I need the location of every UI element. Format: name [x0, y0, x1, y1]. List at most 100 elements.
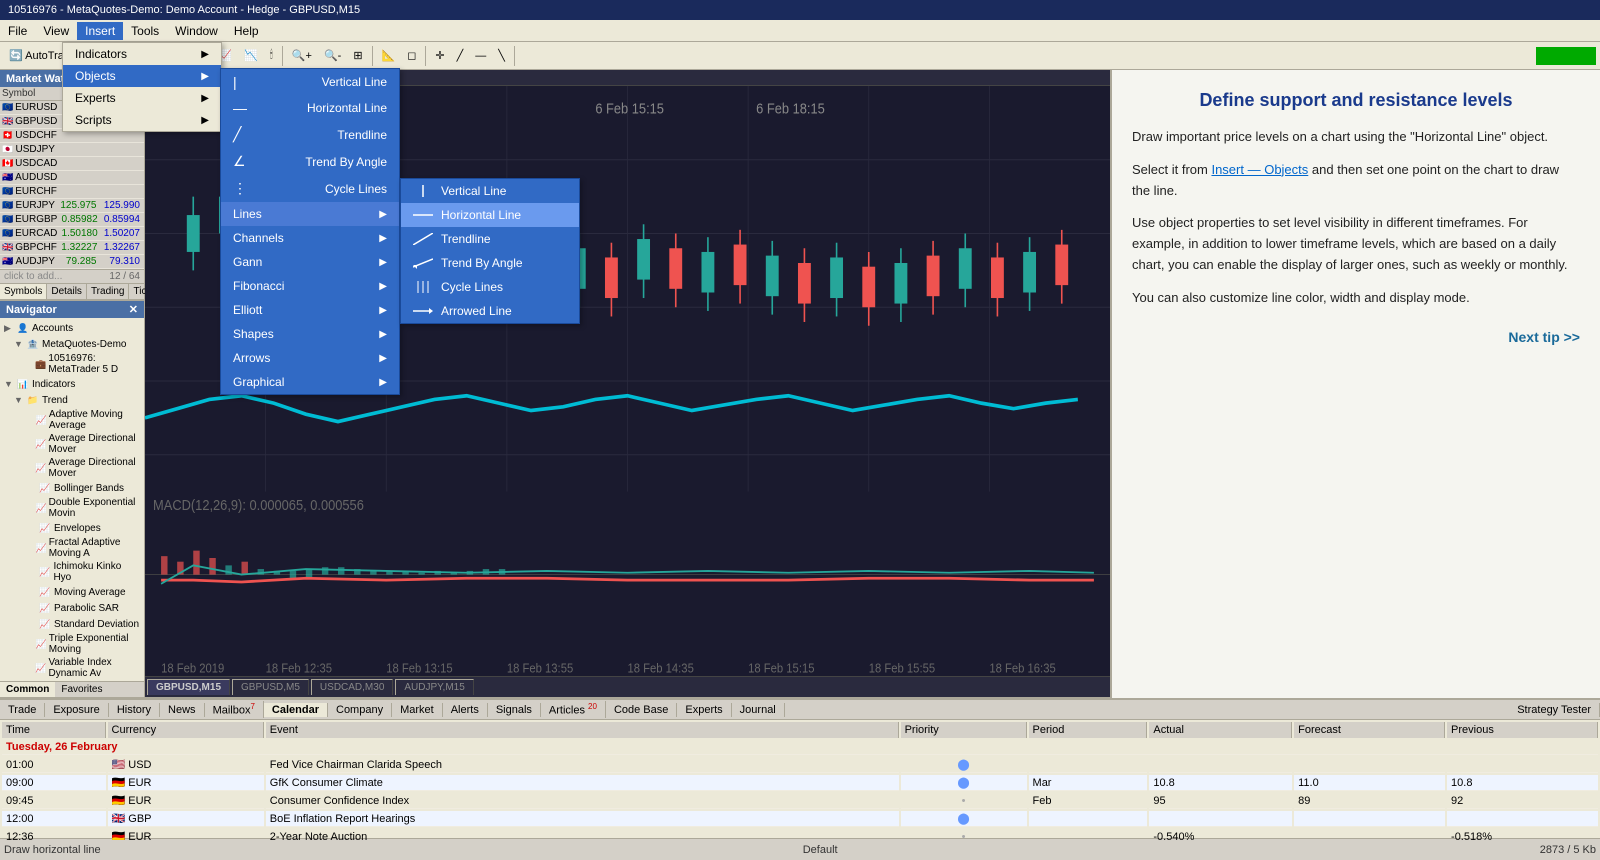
mw-click-to-add[interactable]: click to add...: [4, 271, 62, 282]
bottom-tab-codebase[interactable]: Code Base: [606, 703, 677, 717]
nav-item-dema[interactable]: 📈 Double Exponential Movin: [2, 496, 142, 520]
toolbar-objects[interactable]: ◻: [402, 46, 421, 65]
obj-menu-gann[interactable]: Gann ▶: [221, 250, 399, 274]
nav-item-ma[interactable]: 📈 Moving Average: [2, 584, 142, 600]
nav-item-bb[interactable]: 📈 Bollinger Bands: [2, 480, 142, 496]
obj-menu-trendline[interactable]: ╱ Trendline: [221, 121, 399, 148]
toolbar-chart-line[interactable]: 📉: [239, 46, 263, 65]
nav-item-metaquotes-demo[interactable]: ▼ 🏦 MetaQuotes-Demo: [2, 336, 142, 352]
mw-tab-details[interactable]: Details: [47, 284, 87, 299]
menu-window[interactable]: Window: [167, 22, 226, 40]
chart-tab-audjpy-m15[interactable]: AUDJPY,M15: [395, 679, 473, 695]
navigator-close[interactable]: ✕: [129, 303, 138, 316]
bottom-tab-trade[interactable]: Trade: [0, 703, 45, 717]
mw-row-usdjpy[interactable]: 🇯🇵 USDJPY: [0, 143, 144, 157]
mw-row-audjpy[interactable]: 🇦🇺 AUDJPY 79.285 79.310: [0, 255, 144, 269]
objects-submenu: | Vertical Line — Horizontal Line ╱ Tren…: [220, 68, 400, 395]
bottom-tab-signals[interactable]: Signals: [488, 703, 541, 717]
insert-objects-link[interactable]: Insert — Objects: [1211, 162, 1308, 177]
next-tip-button[interactable]: Next tip >>: [1132, 329, 1580, 345]
bottom-tab-mailbox[interactable]: Mailbox7: [205, 701, 264, 718]
mw-tab-trading[interactable]: Trading: [87, 284, 130, 299]
bottom-tab-news[interactable]: News: [160, 703, 205, 717]
toolbar-trendline[interactable]: ╲: [493, 46, 510, 65]
obj-menu-graphical[interactable]: Graphical ▶: [221, 370, 399, 394]
nav-item-fama[interactable]: 📈 Fractal Adaptive Moving A: [2, 536, 142, 560]
obj-menu-trend-by-angle[interactable]: ∠ Trend By Angle: [221, 148, 399, 175]
lines-menu-vertical[interactable]: Vertical Line: [401, 179, 579, 203]
bottom-tab-exposure[interactable]: Exposure: [45, 703, 108, 717]
chart-tab-gbpusd-m15[interactable]: GBPUSD,M15: [147, 679, 230, 695]
nav-item-indicators[interactable]: ▼ 📊 Indicators: [2, 376, 142, 392]
nav-item-ama[interactable]: 📈 Adaptive Moving Average: [2, 408, 142, 432]
bottom-tab-market[interactable]: Market: [392, 703, 443, 717]
insert-menu-objects[interactable]: Objects ▶: [63, 65, 221, 87]
toolbar-chart-candle[interactable]: 🕯: [265, 46, 278, 65]
bottom-panel: Trade Exposure History News Mailbox7 Cal…: [0, 698, 1600, 838]
lines-menu-trend-by-angle[interactable]: Trend By Angle: [401, 251, 579, 275]
cf-tab-common[interactable]: Common: [0, 682, 55, 697]
mw-row-usdcad[interactable]: 🇨🇦 USDCAD: [0, 157, 144, 171]
obj-menu-shapes[interactable]: Shapes ▶: [221, 322, 399, 346]
nav-item-adm2[interactable]: 📈 Average Directional Mover: [2, 456, 142, 480]
obj-menu-cycle-lines[interactable]: ⋮ Cycle Lines: [221, 175, 399, 202]
cf-tab-favorites[interactable]: Favorites: [55, 682, 108, 697]
nav-icon-stdev: 📈: [38, 617, 52, 631]
bottom-tab-alerts[interactable]: Alerts: [443, 703, 488, 717]
mw-row-eurcad[interactable]: 🇪🇺 EURCAD 1.50180 1.50207: [0, 227, 144, 241]
mw-row-eurgbp[interactable]: 🇪🇺 EURGBP 0.85982 0.85994: [0, 213, 144, 227]
toolbar-indicators[interactable]: 📐: [377, 46, 401, 65]
nav-item-trend[interactable]: ▼ 📁 Trend: [2, 392, 142, 408]
menu-file[interactable]: File: [0, 22, 35, 40]
mw-row-eurchf[interactable]: 🇪🇺 EURCHF: [0, 185, 144, 199]
bottom-tab-journal[interactable]: Journal: [732, 703, 785, 717]
obj-menu-horizontal-line[interactable]: — Horizontal Line: [221, 95, 399, 121]
obj-menu-arrows[interactable]: Arrows ▶: [221, 346, 399, 370]
insert-menu-indicators[interactable]: Indicators ▶: [63, 43, 221, 65]
toolbar-zoom-in[interactable]: 🔍+: [287, 46, 317, 65]
nav-item-stdev[interactable]: 📈 Standard Deviation: [2, 616, 142, 632]
bottom-tab-calendar[interactable]: Calendar: [264, 703, 328, 717]
menu-view[interactable]: View: [35, 22, 77, 40]
insert-menu-scripts[interactable]: Scripts ▶: [63, 109, 221, 131]
nav-item-account[interactable]: 💼 10516976: MetaTrader 5 D: [2, 352, 142, 376]
chart-tab-usdcad-m30[interactable]: USDCAD,M30: [311, 679, 393, 695]
nav-item-vida[interactable]: 📈 Variable Index Dynamic Av: [2, 656, 142, 680]
menu-insert[interactable]: Insert: [77, 22, 123, 40]
lines-menu-trendline[interactable]: Trendline: [401, 227, 579, 251]
bottom-tab-strategy-tester[interactable]: Strategy Tester: [1509, 703, 1600, 717]
chart-tab-gbpusd-m5[interactable]: GBPUSD,M5: [232, 679, 309, 695]
nav-item-env[interactable]: 📈 Envelopes: [2, 520, 142, 536]
mw-row-audusd[interactable]: 🇦🇺 AUDUSD: [0, 171, 144, 185]
menu-help[interactable]: Help: [226, 22, 267, 40]
bottom-tab-company[interactable]: Company: [328, 703, 392, 717]
toolbar-chart-grid[interactable]: ⊞: [348, 46, 367, 65]
toolbar-hline[interactable]: —: [470, 47, 491, 65]
toolbar-zoom-out[interactable]: 🔍-: [319, 46, 346, 65]
lines-menu-horizontal[interactable]: Horizontal Line: [401, 203, 579, 227]
nav-item-ichi[interactable]: 📈 Ichimoku Kinko Hyo: [2, 560, 142, 584]
toolbar-crosshair[interactable]: ✛: [430, 46, 449, 65]
bottom-tab-history[interactable]: History: [109, 703, 160, 717]
menu-tools[interactable]: Tools: [123, 22, 167, 40]
obj-menu-vertical-line[interactable]: | Vertical Line: [221, 69, 399, 95]
obj-menu-elliott[interactable]: Elliott ▶: [221, 298, 399, 322]
nav-item-adm1[interactable]: 📈 Average Directional Mover: [2, 432, 142, 456]
nav-item-psar[interactable]: 📈 Parabolic SAR: [2, 600, 142, 616]
insert-menu-experts[interactable]: Experts ▶: [63, 87, 221, 109]
nav-item-accounts[interactable]: ▶ 👤 Accounts: [2, 320, 142, 336]
obj-menu-channels[interactable]: Channels ▶: [221, 226, 399, 250]
mw-row-eurjpy[interactable]: 🇪🇺 EURJPY 125.975 125.990: [0, 199, 144, 213]
nav-label-adm2: Average Directional Mover: [49, 457, 140, 479]
lines-menu-cycle-lines[interactable]: Cycle Lines: [401, 275, 579, 299]
bottom-tab-experts[interactable]: Experts: [677, 703, 731, 717]
lines-menu-arrowed[interactable]: Arrowed Line: [401, 299, 579, 323]
mw-tab-symbols[interactable]: Symbols: [0, 284, 47, 299]
obj-menu-fibonacci[interactable]: Fibonacci ▶: [221, 274, 399, 298]
nav-item-tema[interactable]: 📈 Triple Exponential Moving: [2, 632, 142, 656]
mw-row-gbpchf[interactable]: 🇬🇧 GBPCHF 1.32227 1.32267: [0, 241, 144, 255]
cal-col-previous: Previous: [1447, 722, 1598, 738]
bottom-tab-articles[interactable]: Articles 20: [541, 701, 606, 718]
toolbar-line[interactable]: ╱: [452, 46, 469, 65]
obj-menu-lines[interactable]: Lines ▶: [221, 202, 399, 226]
